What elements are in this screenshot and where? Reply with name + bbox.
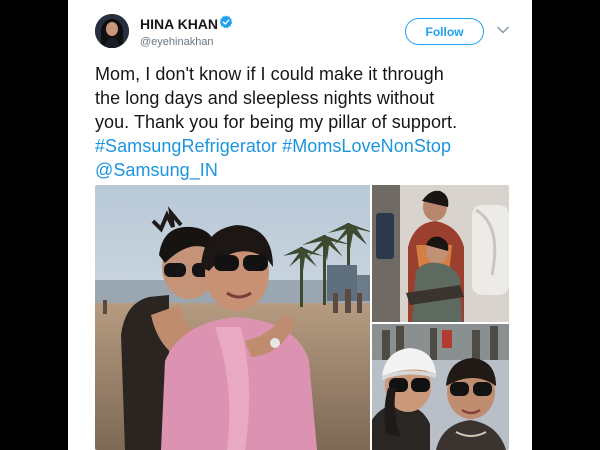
photo-beach-hug[interactable] [95, 185, 370, 450]
follow-button-label: Follow [425, 24, 464, 39]
author-handle[interactable]: @eyehinakhan [140, 36, 214, 48]
hashtag-line: #SamsungRefrigerator #MomsLoveNonStop [95, 134, 515, 158]
tweet-text-line: Mom, I don't know if I could make it thr… [95, 64, 444, 84]
photo-beach-hug-image [95, 185, 370, 450]
avatar[interactable] [95, 14, 129, 48]
hashtag-link-moms-love-non-stop[interactable]: #MomsLoveNonStop [282, 136, 451, 156]
mention-line: @Samsung_IN [95, 158, 515, 182]
avatar-image [95, 14, 129, 48]
tweet-text: Mom, I don't know if I could make it thr… [95, 62, 515, 182]
follow-button[interactable]: Follow [405, 18, 484, 45]
tweet-media-grid [95, 185, 509, 450]
tweet-header: HINA KHAN @eyehinakhan Follow [68, 0, 532, 58]
verified-badge-icon [219, 15, 233, 29]
tweet-text-line: the long days and sleepless nights witho… [95, 88, 435, 108]
hashtag-link-samsung-refrigerator[interactable]: #SamsungRefrigerator [95, 136, 277, 156]
photo-airplane[interactable] [372, 185, 509, 322]
tweet-card: HINA KHAN @eyehinakhan Follow Mom, I don… [68, 0, 532, 450]
photo-selfie-image [372, 324, 509, 450]
author-display-name[interactable]: HINA KHAN [140, 16, 218, 32]
chevron-down-icon[interactable] [497, 26, 509, 34]
tweet-text-line: you. Thank you for being my pillar of su… [95, 112, 458, 132]
photo-selfie[interactable] [372, 324, 509, 450]
mention-link[interactable]: @Samsung_IN [95, 160, 218, 180]
photo-airplane-image [372, 185, 509, 322]
